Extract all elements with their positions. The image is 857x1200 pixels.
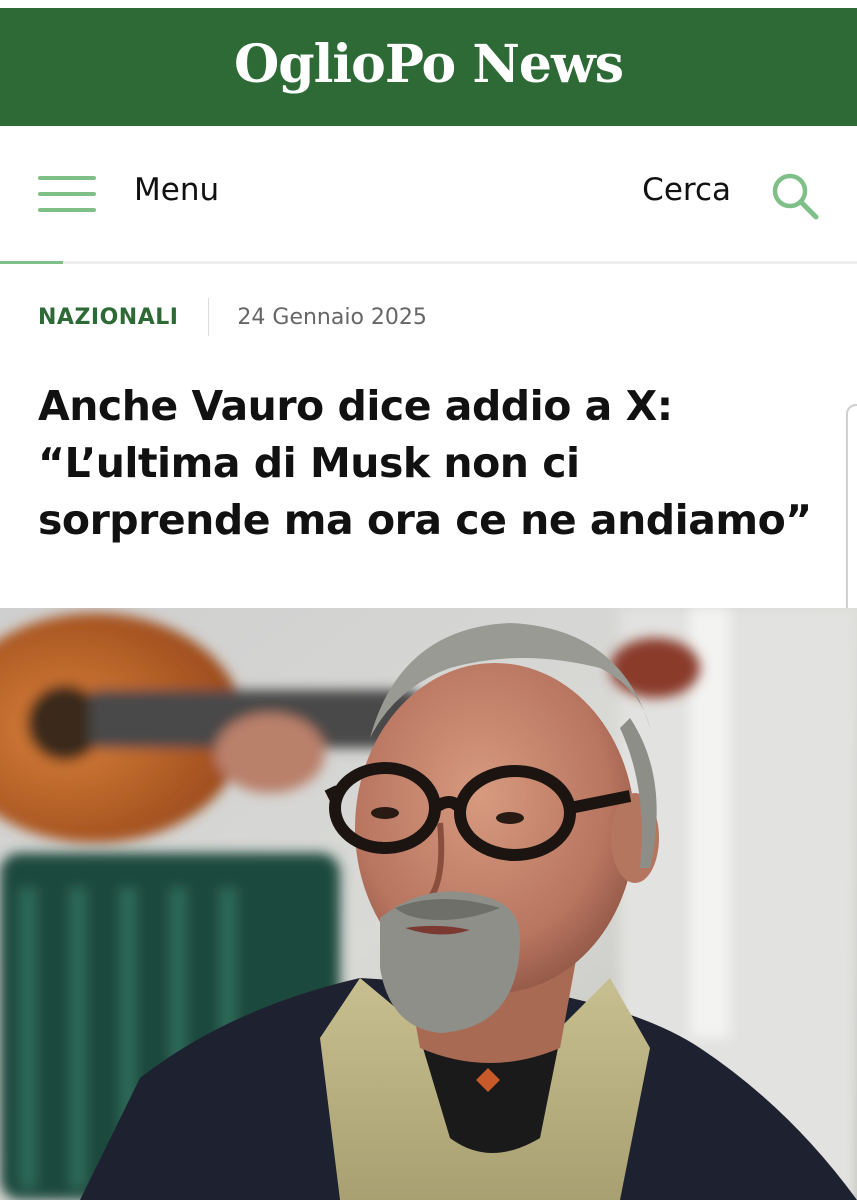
search-button[interactable]: Cerca — [642, 172, 731, 208]
search-icon[interactable] — [769, 170, 821, 222]
article-date: 24 Gennaio 2025 — [237, 304, 427, 330]
article-photo — [0, 608, 857, 1200]
category-link[interactable]: NAZIONALI — [38, 305, 178, 330]
site-masthead: OglioPo News — [0, 8, 857, 126]
hamburger-menu-icon[interactable] — [38, 176, 96, 214]
top-nav-bar: Menu Cerca — [0, 126, 857, 261]
hamburger-line — [38, 176, 96, 180]
hamburger-line — [38, 192, 96, 196]
hamburger-line — [38, 208, 96, 212]
article-meta: NAZIONALI 24 Gennaio 2025 — [38, 298, 427, 336]
menu-button[interactable]: Menu — [134, 172, 219, 208]
site-logo[interactable]: OglioPo News — [234, 39, 624, 91]
article-headline: Anche Vauro dice addio a X: “L’ultima di… — [38, 382, 812, 544]
nav-divider — [0, 261, 857, 264]
meta-divider — [208, 298, 210, 336]
nav-divider-accent — [0, 261, 63, 264]
